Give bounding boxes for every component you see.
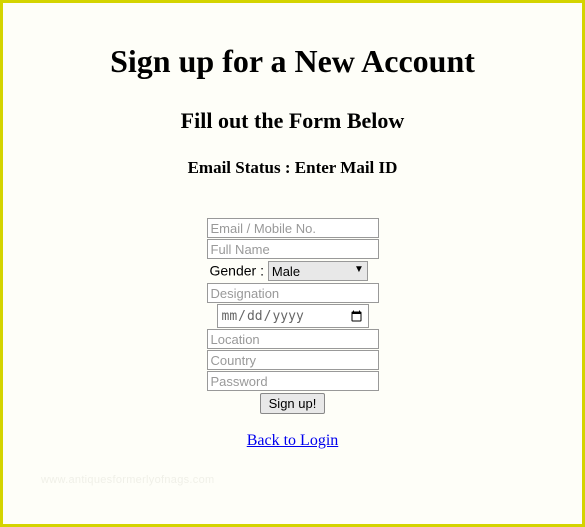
country-field[interactable] <box>207 350 379 370</box>
designation-field[interactable] <box>207 283 379 303</box>
signup-container: Sign up for a New Account Fill out the F… <box>3 3 582 470</box>
email-status: Email Status : Enter Mail ID <box>23 158 562 178</box>
date-field[interactable] <box>217 304 369 328</box>
page-subtitle: Fill out the Form Below <box>23 108 562 134</box>
location-field[interactable] <box>207 329 379 349</box>
page-title: Sign up for a New Account <box>23 43 562 80</box>
watermark-text: www.antiquesformerlyofnags.com <box>41 474 214 486</box>
fullname-field[interactable] <box>207 239 379 259</box>
signup-form: Gender : Male Sign up! <box>207 218 379 414</box>
gender-select[interactable]: Male <box>268 261 368 281</box>
back-to-login-link[interactable]: Back to Login <box>23 432 562 450</box>
gender-label: Gender : <box>210 263 268 279</box>
email-field[interactable] <box>207 218 379 238</box>
password-field[interactable] <box>207 371 379 391</box>
signup-button[interactable]: Sign up! <box>260 393 326 414</box>
